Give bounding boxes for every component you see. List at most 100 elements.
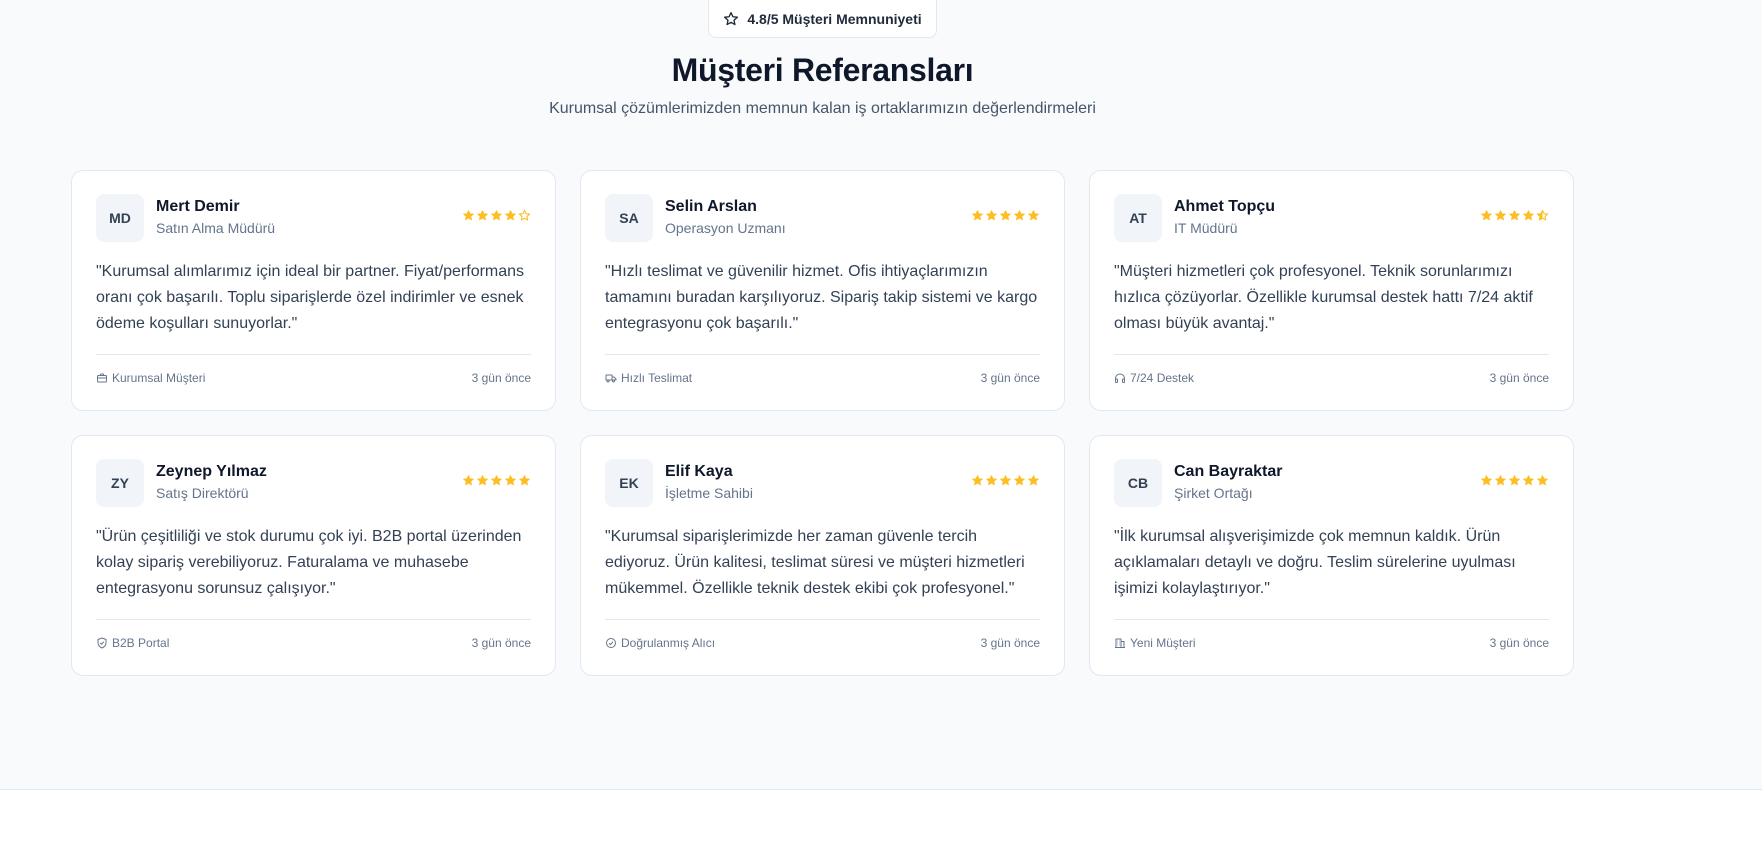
star-filled-icon [972,475,983,486]
star-filled-icon [477,210,488,221]
testimonial-card: AT Ahmet Topçu IT Müdürü "Müşteri hizmet… [1089,170,1574,411]
reviewer-role: Satın Alma Müdürü [156,220,276,236]
star-filled-icon [491,210,502,221]
star-empty-icon [518,209,531,221]
avatar: MD [96,194,144,242]
truck-icon [605,374,617,383]
testimonial-quote: "Kurumsal siparişlerimizde her zaman güv… [605,528,1025,597]
customer-tag: Kurumsal Müşteri [96,371,205,385]
briefcase-icon [97,373,107,383]
testimonial-card: SA Selin Arslan Operasyon Uzmanı "Hızlı … [580,170,1065,411]
reviewer-role: IT Müdürü [1174,220,1238,236]
reviewer-name: Can Bayraktar [1174,463,1283,480]
review-time: 3 gün önce [1489,371,1549,385]
star-filled-icon [1028,210,1039,221]
footer-area [0,790,1762,847]
customer-tag: Yeni Müşteri [1114,636,1196,650]
star-filled-icon [1014,210,1025,221]
star-filled-icon [1028,475,1039,486]
star-filled-icon [477,475,488,486]
reviewer-name: Mert Demir [156,198,240,215]
star-filled-icon [1000,475,1011,486]
customer-tag: B2B Portal [96,636,169,650]
tag-label: B2B Portal [112,636,170,650]
testimonial-quote: "İlk kurumsal alışverişimizde çok memnun… [1114,528,1516,597]
star-filled-icon [505,210,516,221]
card-footer: Doğrulanmış Alıcı 3 gün önce [605,619,1040,650]
star-filled-icon [1495,475,1506,486]
testimonial-card: CB Can Bayraktar Şirket Ortağı "İlk kuru… [1089,435,1574,676]
star-filled-icon [463,475,474,486]
star-filled-icon [1000,210,1011,221]
building-icon [1115,638,1125,648]
page-title: Müşteri Referansları [671,52,974,88]
tag-label: Kurumsal Müşteri [112,371,206,385]
tag-label: 7/24 Destek [1130,371,1195,385]
star-filled-icon [1537,475,1548,486]
tag-label: Hızlı Teslimat [621,371,693,385]
star-rating [462,459,531,487]
star-filled-icon [1509,210,1520,221]
review-time: 3 gün önce [471,371,531,385]
customer-tag: Hızlı Teslimat [605,371,692,385]
star-filled-icon [1495,210,1506,221]
star-rating [971,194,1040,222]
star-outline-icon [724,11,739,25]
star-filled-icon [1481,210,1492,221]
card-footer: 7/24 Destek 3 gün önce [1114,354,1549,385]
star-filled-icon [986,475,997,486]
tag-label: Yeni Müşteri [1130,636,1196,650]
testimonial-card: ZY Zeynep Yılmaz Satış Direktörü "Ürün ç… [71,435,556,676]
satisfaction-text: 4.8/5 Müşteri Memnuniyeti [747,10,922,27]
star-rating [971,459,1040,487]
reviewer-name: Ahmet Topçu [1174,198,1276,215]
star-filled-icon [986,210,997,221]
headphones-icon [1115,373,1125,383]
star-filled-icon [505,475,516,486]
reviewer-role: Operasyon Uzmanı [665,220,786,236]
check-circle-icon [606,638,616,648]
testimonials-page: 4.8/5 Müşteri Memnuniyeti Müşteri Refera… [0,0,1762,847]
avatar: AT [1114,194,1162,242]
star-filled-icon [1523,475,1534,486]
tag-label: Doğrulanmış Alıcı [621,636,716,650]
card-footer: Kurumsal Müşteri 3 gün önce [96,354,531,385]
avatar: SA [605,194,653,242]
reviewer-name: Elif Kaya [665,463,733,480]
avatar: ZY [96,459,144,507]
star-half-icon [1536,209,1549,221]
star-filled-icon [972,210,983,221]
page-subtitle: Kurumsal çözümlerimizden memnun kalan iş… [549,100,1096,117]
review-time: 3 gün önce [471,636,531,650]
card-footer: B2B Portal 3 gün önce [96,619,531,650]
card-footer: Yeni Müşteri 3 gün önce [1114,619,1549,650]
star-filled-icon [1509,475,1520,486]
review-time: 3 gün önce [980,636,1040,650]
testimonial-quote: "Hızlı teslimat ve güvenilir hizmet. Ofi… [605,263,1038,332]
avatar: EK [605,459,653,507]
customer-tag: 7/24 Destek [1114,371,1194,385]
star-rating [462,194,531,222]
testimonial-quote: "Kurumsal alımlarımız için ideal bir par… [96,263,525,332]
star-filled-icon [463,210,474,221]
star-rating [1480,194,1549,222]
review-time: 3 gün önce [980,371,1040,385]
card-footer: Hızlı Teslimat 3 gün önce [605,354,1040,385]
star-filled-icon [491,475,502,486]
star-rating [1480,459,1549,487]
reviewer-name: Zeynep Yılmaz [156,463,267,480]
testimonials-grid: MD Mert Demir Satın Alma Müdürü "Kurumsa… [71,170,1574,676]
testimonial-card: EK Elif Kaya İşletme Sahibi "Kurumsal si… [580,435,1065,676]
testimonial-quote: "Müşteri hizmetleri çok profesyonel. Tek… [1114,263,1533,332]
reviewer-role: Şirket Ortağı [1174,485,1253,501]
star-filled-icon [1523,210,1534,221]
review-time: 3 gün önce [1489,636,1549,650]
star-filled-icon [519,475,530,486]
satisfaction-badge: 4.8/5 Müşteri Memnuniyeti [708,0,937,38]
star-filled-icon [1014,475,1025,486]
testimonial-quote: "Ürün çeşitliliği ve stok durumu çok iyi… [96,528,522,597]
reviewer-name: Selin Arslan [665,198,757,215]
star-filled-icon [1481,475,1492,486]
avatar: CB [1114,459,1162,507]
customer-tag: Doğrulanmış Alıcı [605,636,715,650]
